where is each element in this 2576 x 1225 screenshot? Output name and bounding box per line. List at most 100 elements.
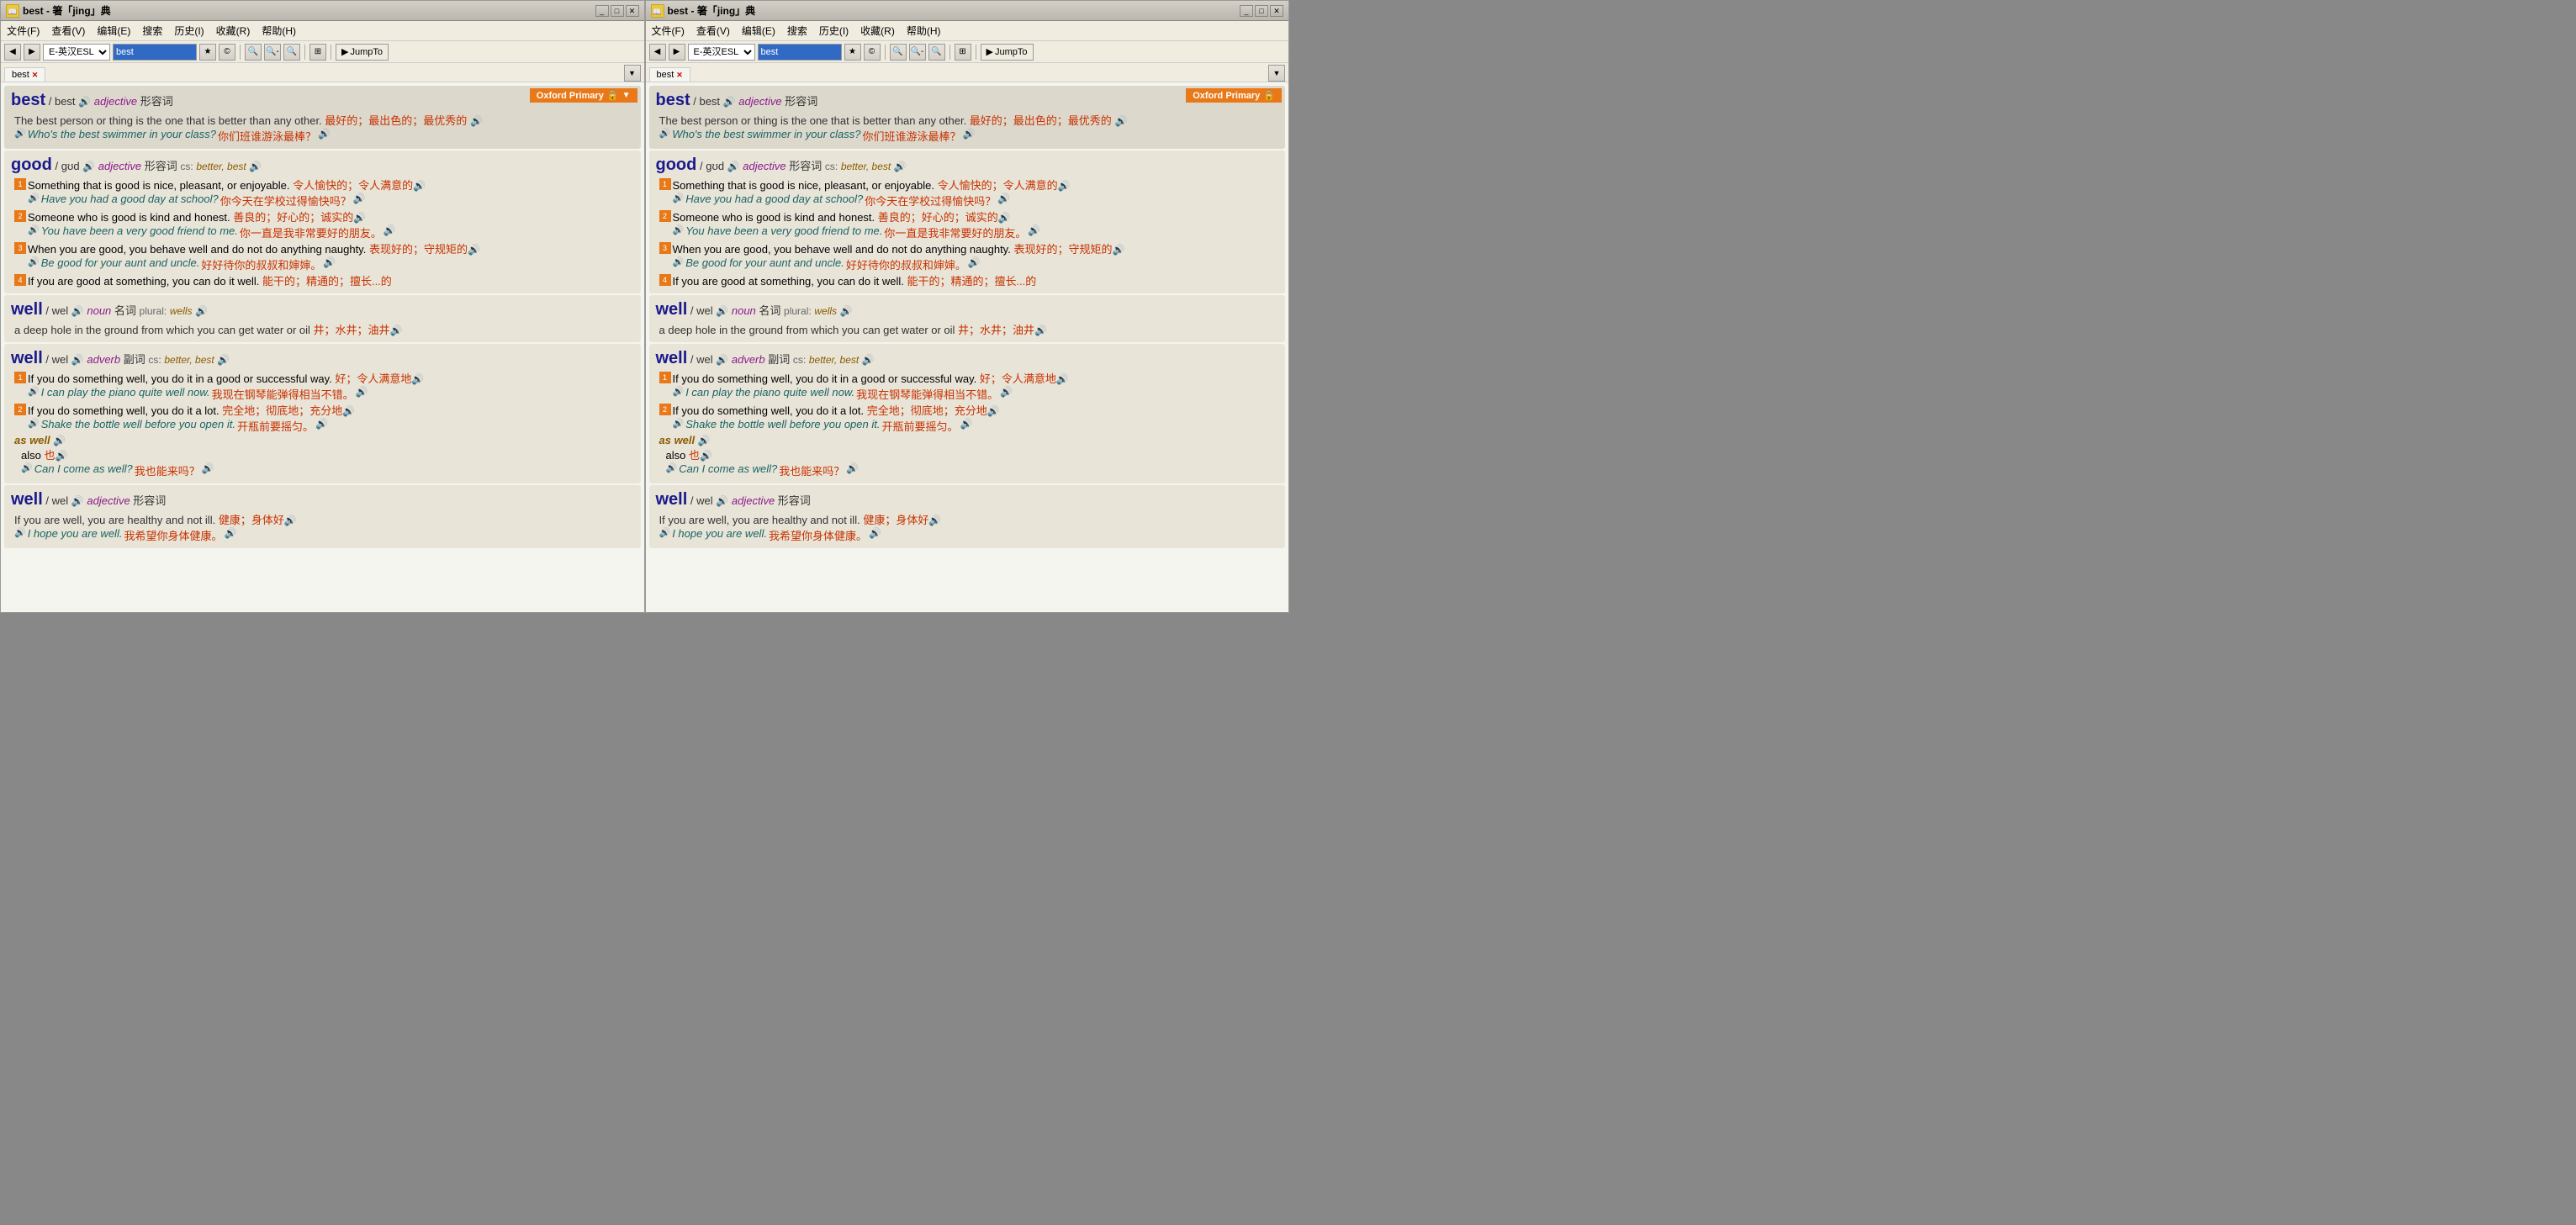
good-pos-left: adjective bbox=[98, 160, 141, 172]
minimize-btn-right[interactable]: _ bbox=[1240, 5, 1253, 17]
jumpTo-btn-right[interactable]: ▶ JumpTo bbox=[981, 44, 1034, 61]
layout-btn-left[interactable]: ⊞ bbox=[309, 44, 326, 61]
jumpTo-btn-left[interactable]: ▶ JumpTo bbox=[336, 44, 389, 61]
find-btn-right[interactable]: 🔍 bbox=[928, 44, 945, 61]
best-pos-left: adjective bbox=[94, 95, 137, 108]
zoom-out-btn-right[interactable]: 🔍- bbox=[909, 44, 926, 61]
entry-best-right: Oxford Primary 🔒 best / best 🔊 adjective… bbox=[649, 86, 1286, 149]
search-input-left[interactable] bbox=[113, 44, 197, 61]
tab-close-right[interactable]: ✕ bbox=[676, 71, 683, 80]
left-tab-bar: best ✕ ▼ bbox=[1, 63, 644, 82]
menu-help-right[interactable]: 帮助(H) bbox=[904, 23, 944, 39]
entry-good-left: good / gʊd 🔊 adjective 形容词 cs: better, b… bbox=[4, 150, 641, 293]
minimize-btn-left[interactable]: _ bbox=[595, 5, 609, 17]
left-window: 📖 best - 箸「jing」典 _ □ ✕ 文件(F) 查看(V) 编辑(E… bbox=[0, 0, 645, 613]
right-toolbar: ◀ ▶ E-英汉ESL ★ © 🔍+ 🔍- 🔍 ⊞ ▶ JumpTo bbox=[646, 41, 1289, 63]
back-btn-right[interactable]: ◀ bbox=[649, 44, 666, 61]
lock-icon-right: 🔒 bbox=[1263, 90, 1275, 101]
oxford-badge-left: Oxford Primary 🔒 ▼ bbox=[530, 88, 637, 103]
right-title-bar: 📖 best - 箸「jing」典 _ □ ✕ bbox=[646, 1, 1289, 21]
star-btn-left[interactable]: ★ bbox=[199, 44, 216, 61]
fwd-btn-left[interactable]: ▶ bbox=[24, 44, 40, 61]
close-btn-left[interactable]: ✕ bbox=[626, 5, 639, 17]
best-ex-left: 🔊 Who's the best swimmer in your class? … bbox=[14, 128, 634, 144]
fwd-btn-right[interactable]: ▶ bbox=[669, 44, 685, 61]
right-content: Oxford Primary 🔒 best / best 🔊 adjective… bbox=[646, 82, 1289, 612]
best-ex-audio2-left[interactable]: 🔊 bbox=[318, 128, 331, 140]
good-csforms-left: better, best bbox=[196, 161, 246, 172]
copy-btn-left[interactable]: © bbox=[219, 44, 235, 61]
dict-select-right[interactable]: E-英汉ESL bbox=[688, 44, 755, 61]
right-title-controls[interactable]: _ □ ✕ bbox=[1240, 5, 1283, 17]
dict-select-left[interactable]: E-英汉ESL bbox=[43, 44, 110, 61]
copy-btn-right[interactable]: © bbox=[864, 44, 881, 61]
jumpTo-label-right: JumpTo bbox=[995, 47, 1028, 57]
zoom-in-btn-left[interactable]: 🔍+ bbox=[245, 44, 262, 61]
menu-history-right[interactable]: 历史(I) bbox=[817, 23, 851, 39]
tab-menu-btn-right[interactable]: ▼ bbox=[1268, 65, 1285, 82]
entry-best-left: Oxford Primary 🔒 ▼ best / best 🔊 adjecti… bbox=[4, 86, 641, 149]
left-menu-bar: 文件(F) 查看(V) 编辑(E) 搜索 历史(I) 收藏(R) 帮助(H) bbox=[1, 21, 644, 41]
sep2-left bbox=[304, 45, 305, 60]
best-ex-en-left: Who's the best swimmer in your class? bbox=[28, 128, 216, 140]
right-menu-bar: 文件(F) 查看(V) 编辑(E) 搜索 历史(I) 收藏(R) 帮助(H) bbox=[646, 21, 1289, 41]
search-input-right[interactable] bbox=[758, 44, 842, 61]
best-audio-left[interactable]: 🔊 bbox=[78, 96, 91, 108]
tab-menu-btn-left[interactable]: ▼ bbox=[624, 65, 641, 82]
menu-view-right[interactable]: 查看(V) bbox=[694, 23, 733, 39]
best-def-audio-left[interactable]: 🔊 bbox=[470, 115, 483, 127]
menu-edit-left[interactable]: 编辑(E) bbox=[94, 23, 133, 39]
menu-help-left[interactable]: 帮助(H) bbox=[259, 23, 299, 39]
left-toolbar: ◀ ▶ E-英汉ESL ★ © 🔍+ 🔍- 🔍 ⊞ ▶ JumpTo bbox=[1, 41, 644, 63]
oxford-badge-text-left: Oxford Primary bbox=[537, 91, 604, 101]
close-btn-right[interactable]: ✕ bbox=[1270, 5, 1283, 17]
app-icon-right: 📖 bbox=[651, 4, 664, 18]
menu-file-right[interactable]: 文件(F) bbox=[649, 23, 687, 39]
menu-search-right[interactable]: 搜索 bbox=[785, 23, 810, 39]
oxford-badge-right: Oxford Primary 🔒 bbox=[1186, 88, 1282, 103]
entry-well-noun-left: well / wel 🔊 noun 名词 plural: wells 🔊 a d… bbox=[4, 295, 641, 342]
good-def1-left: 1 Something that is good is nice, pleasa… bbox=[14, 177, 634, 193]
find-btn-left[interactable]: 🔍 bbox=[283, 44, 300, 61]
good-ex1-left: 🔊 Have you had a good day at school? 你今天… bbox=[28, 193, 634, 209]
best-ex-audio-left[interactable]: 🔊 bbox=[14, 128, 26, 139]
entry-well-noun-right: well / wel 🔊 noun 名词 plural: wells 🔊 a d… bbox=[649, 295, 1286, 342]
left-title-left: 📖 best - 箸「jing」典 bbox=[6, 3, 111, 18]
good-audio-left[interactable]: 🔊 bbox=[82, 161, 95, 172]
zoom-out-btn-left[interactable]: 🔍- bbox=[264, 44, 281, 61]
back-btn-left[interactable]: ◀ bbox=[4, 44, 21, 61]
good-def3-left: 3 When you are good, you behave well and… bbox=[14, 240, 634, 256]
tab-close-left[interactable]: ✕ bbox=[32, 71, 39, 80]
menu-view-left[interactable]: 查看(V) bbox=[49, 23, 87, 39]
good-headword-left: good bbox=[11, 156, 52, 174]
left-title-controls[interactable]: _ □ ✕ bbox=[595, 5, 639, 17]
entry-well-adj-right: well / wel 🔊 adjective 形容词 If you are we… bbox=[649, 485, 1286, 548]
maximize-btn-left[interactable]: □ bbox=[611, 5, 624, 17]
star-btn-right[interactable]: ★ bbox=[844, 44, 861, 61]
jumpTo-label-left: JumpTo bbox=[350, 47, 383, 57]
menu-search-left[interactable]: 搜索 bbox=[140, 23, 165, 39]
good-cs-left: cs: bbox=[180, 161, 193, 172]
expand-icon-left: ▼ bbox=[622, 91, 631, 100]
menu-history-left[interactable]: 历史(I) bbox=[172, 23, 206, 39]
menu-bookmark-left[interactable]: 收藏(R) bbox=[214, 23, 253, 39]
good-cs-audio-left[interactable]: 🔊 bbox=[249, 161, 262, 172]
menu-file-left[interactable]: 文件(F) bbox=[4, 23, 42, 39]
tab-best-right[interactable]: best ✕ bbox=[649, 67, 690, 82]
oxford-badge-text-right: Oxford Primary bbox=[1193, 91, 1260, 101]
layout-btn-right[interactable]: ⊞ bbox=[955, 44, 971, 61]
menu-bookmark-right[interactable]: 收藏(R) bbox=[858, 23, 897, 39]
zoom-in-btn-right[interactable]: 🔍+ bbox=[890, 44, 907, 61]
good-def2-left: 2 Someone who is good is kind and honest… bbox=[14, 209, 634, 224]
menu-edit-right[interactable]: 编辑(E) bbox=[739, 23, 778, 39]
left-title-text: best - 箸「jing」典 bbox=[23, 3, 111, 18]
maximize-btn-right[interactable]: □ bbox=[1255, 5, 1268, 17]
good-poslabel-left: 形容词 bbox=[145, 160, 177, 172]
good-pron-left: / gʊd bbox=[56, 160, 80, 172]
entry-good-right: good / gʊd 🔊 adjective 形容词 cs: better, b… bbox=[649, 150, 1286, 293]
lock-icon-left: 🔒 bbox=[607, 90, 619, 101]
best-ex-zh-left: 你们班谁游泳最棒？ bbox=[218, 128, 316, 144]
tab-best-left[interactable]: best ✕ bbox=[4, 67, 45, 82]
left-content: Oxford Primary 🔒 ▼ best / best 🔊 adjecti… bbox=[1, 82, 644, 612]
right-title-text: best - 箸「jing」典 bbox=[668, 3, 756, 18]
